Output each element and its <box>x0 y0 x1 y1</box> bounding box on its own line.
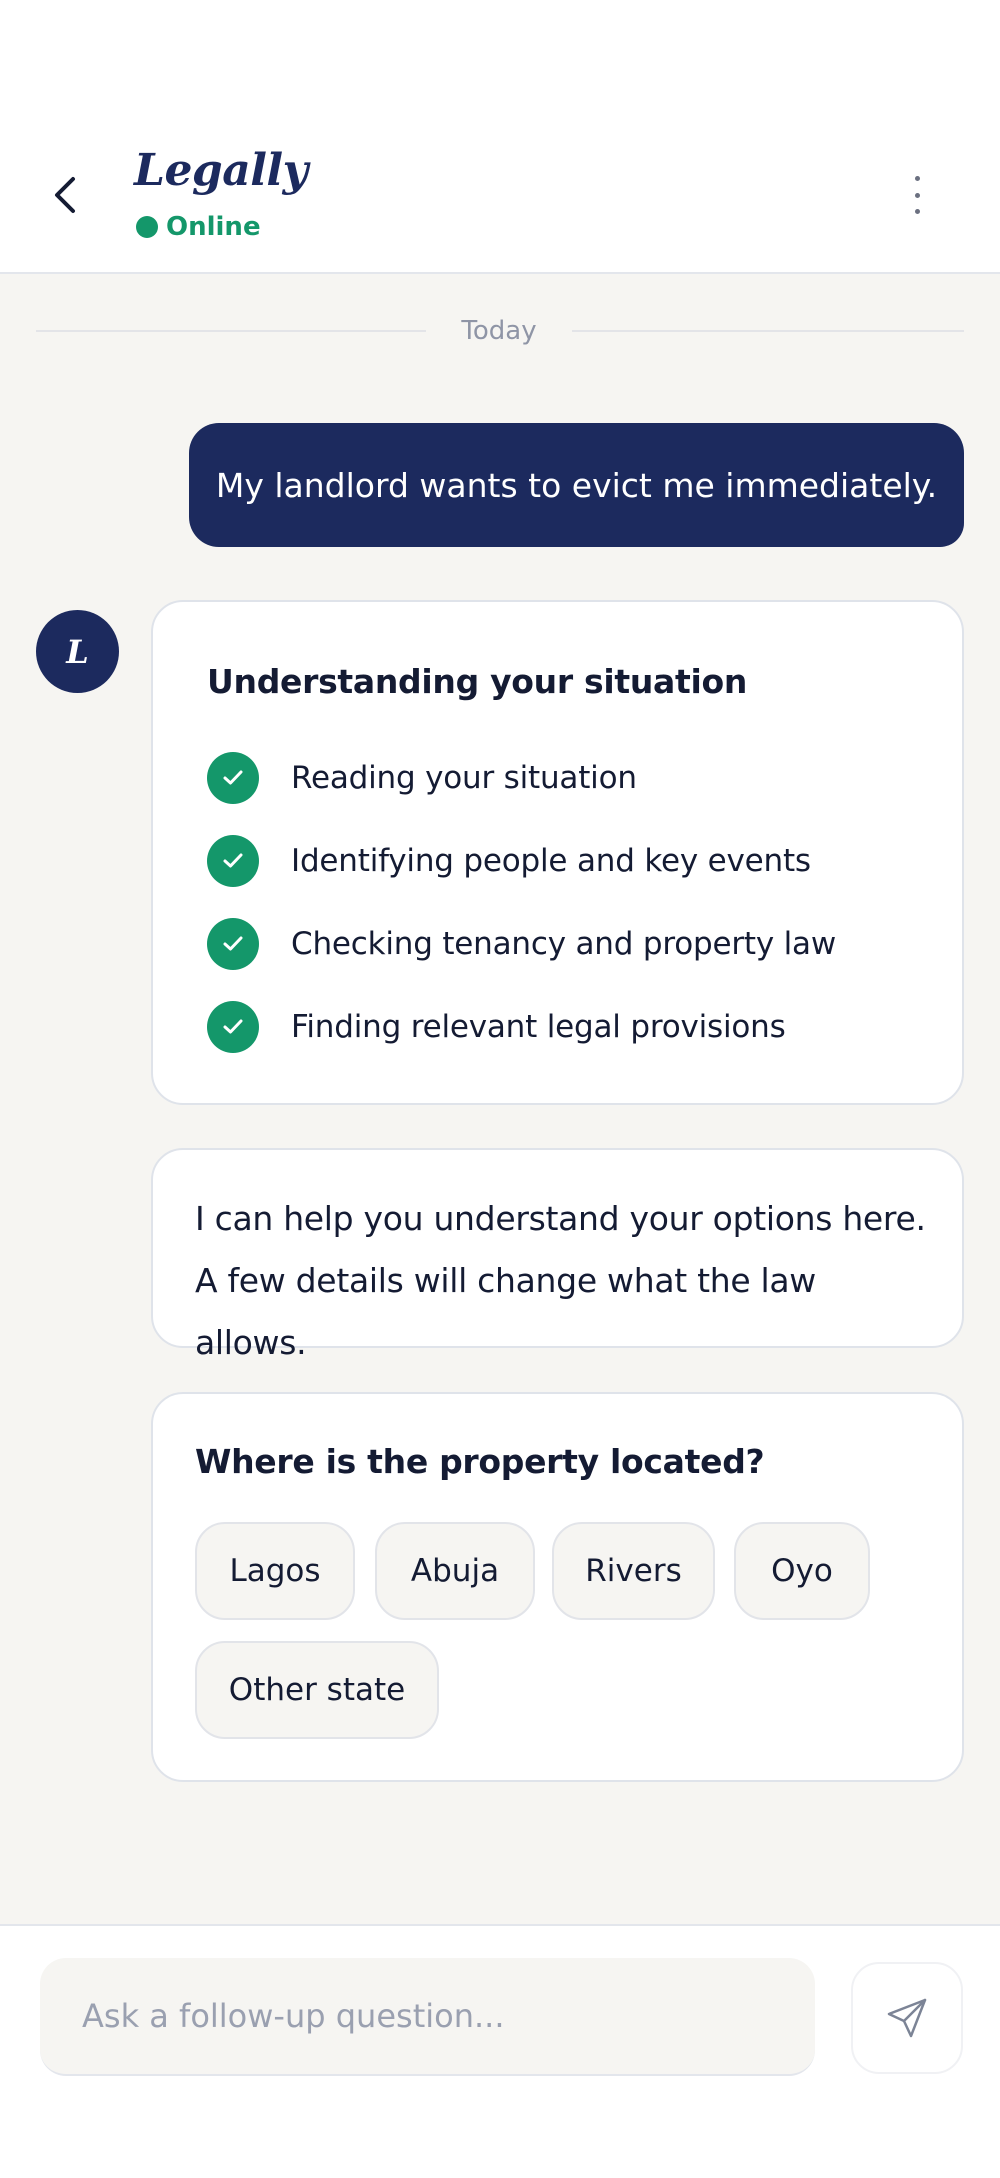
message-input[interactable] <box>82 1997 815 2035</box>
chevron-left-icon <box>55 177 75 213</box>
more-vertical-icon <box>914 176 920 181</box>
step-label: Finding relevant legal provisions <box>291 1009 786 1045</box>
reply-line: A few details will change what the law a… <box>195 1261 816 1362</box>
send-button[interactable] <box>851 1962 963 2074</box>
app-title: Legally <box>134 145 308 196</box>
option-chip-lagos[interactable]: Lagos <box>195 1522 355 1620</box>
status-bar-area <box>0 0 1000 140</box>
analysis-step: Checking tenancy and property law <box>207 918 836 970</box>
question-card: Where is the property located? Lagos Abu… <box>151 1392 964 1782</box>
analysis-step: Reading your situation <box>207 752 637 804</box>
analysis-step: Identifying people and key events <box>207 835 811 887</box>
check-icon <box>207 752 259 804</box>
check-icon <box>207 835 259 887</box>
step-label: Reading your situation <box>291 760 637 796</box>
step-label: Checking tenancy and property law <box>291 926 837 962</box>
message-input-container[interactable] <box>40 1958 815 2076</box>
option-chip-oyo[interactable]: Oyo <box>734 1522 870 1620</box>
assistant-reply-card: I can help you understand your options h… <box>151 1148 964 1362</box>
date-divider-right <box>572 330 964 332</box>
date-divider-left <box>36 330 426 332</box>
analysis-step: Finding relevant legal provisions <box>207 1001 786 1053</box>
user-message-bubble: My landlord wants to evict me immediatel… <box>189 423 964 547</box>
reply-line: I can help you understand your options h… <box>195 1199 926 1238</box>
assistant-avatar: L <box>36 610 119 693</box>
send-icon <box>887 1998 927 2038</box>
status-label: Online <box>166 212 261 242</box>
assistant-reply-text: I can help you understand your options h… <box>195 1188 935 1374</box>
option-chip-abuja[interactable]: Abuja <box>375 1522 535 1620</box>
option-chip-other-state[interactable]: Other state <box>195 1641 439 1739</box>
check-icon <box>207 1001 259 1053</box>
question-title: Where is the property located? <box>195 1442 765 1481</box>
more-options-button[interactable] <box>895 170 939 220</box>
option-chip-rivers[interactable]: Rivers <box>552 1522 715 1620</box>
online-status: Online <box>136 212 261 242</box>
back-button[interactable] <box>40 165 90 225</box>
analysis-card: Understanding your situation Reading you… <box>151 600 964 1105</box>
step-label: Identifying people and key events <box>291 843 811 879</box>
analysis-title: Understanding your situation <box>207 662 748 701</box>
status-dot <box>136 216 158 238</box>
check-icon <box>207 918 259 970</box>
date-label: Today <box>461 316 537 346</box>
